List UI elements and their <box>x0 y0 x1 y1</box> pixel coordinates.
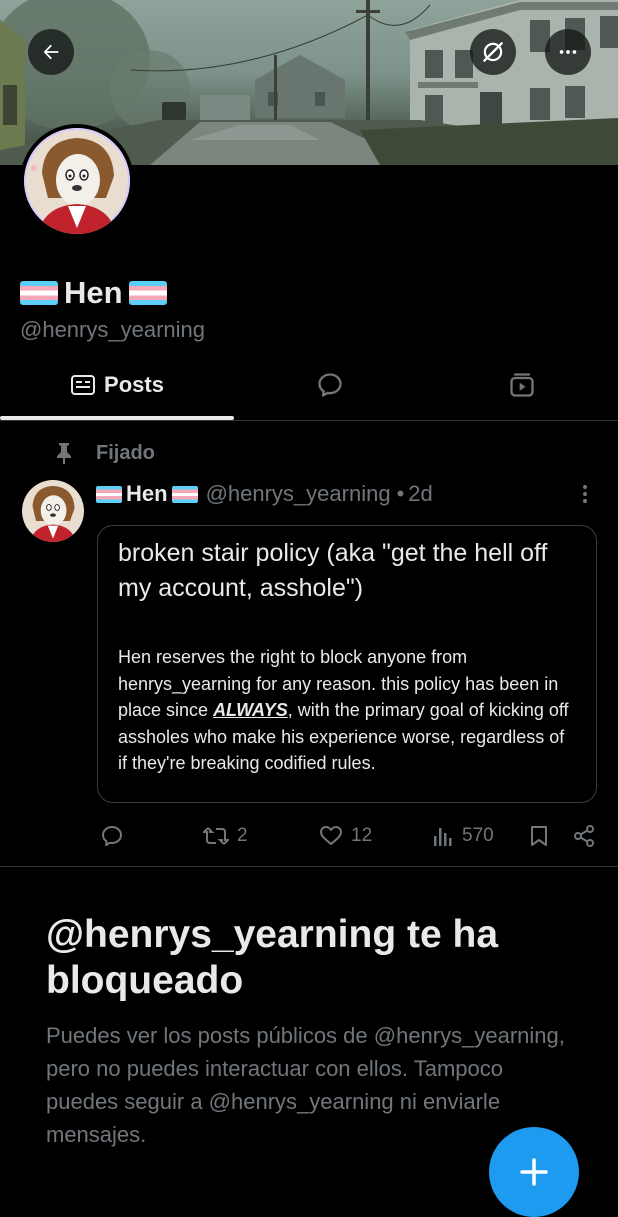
article-title: broken stair policy (aka "get the hell o… <box>118 539 548 602</box>
back-button[interactable] <box>28 29 74 75</box>
replies-icon <box>318 373 342 397</box>
pin-icon <box>57 443 71 464</box>
repost-button[interactable]: 2 <box>203 818 248 854</box>
reply-button[interactable] <box>100 818 124 854</box>
post-author-name[interactable]: Hen <box>126 481 168 507</box>
posts-icon <box>71 375 96 395</box>
transgender-flag-icon <box>128 281 167 305</box>
media-icon <box>510 373 534 397</box>
tab-media[interactable] <box>426 350 618 420</box>
repost-count: 2 <box>237 825 248 846</box>
tab-posts[interactable]: Posts <box>0 350 234 420</box>
transgender-flag-icon <box>20 281 58 305</box>
share-button[interactable] <box>572 818 596 854</box>
more-options-button[interactable] <box>545 29 591 75</box>
display-name-text: Hen <box>64 275 123 310</box>
views-count: 570 <box>462 825 494 846</box>
blocked-title: @henrys_yearning te ha bloqueado <box>46 913 499 1002</box>
bookmark-button[interactable] <box>528 818 550 854</box>
transgender-flag-icon <box>171 485 198 503</box>
post-time[interactable]: 2d <box>408 481 432 507</box>
post-separator: • <box>396 481 405 506</box>
post-actions: 2 12 570 <box>0 818 618 854</box>
profile-avatar[interactable] <box>20 124 134 238</box>
bookmark-icon <box>531 826 547 846</box>
avatar-image <box>22 480 84 542</box>
profile-tabs: Posts <box>0 350 618 421</box>
more-vertical-icon[interactable] <box>576 483 594 505</box>
grok-button[interactable] <box>470 29 516 75</box>
views-button[interactable]: 570 <box>432 818 494 854</box>
avatar-image <box>24 128 130 234</box>
arrow-left-icon <box>43 44 59 60</box>
post-author-avatar[interactable] <box>22 480 84 542</box>
more-horizontal-icon <box>559 50 577 54</box>
grok-icon <box>483 42 503 62</box>
active-tab-indicator <box>0 416 234 420</box>
like-count: 12 <box>351 825 373 846</box>
article-body-emphasis: ALWAYS <box>213 700 288 720</box>
article-card[interactable]: broken stair policy (aka "get the hell o… <box>97 525 597 803</box>
share-icon <box>574 825 594 847</box>
repost-icon <box>203 827 229 845</box>
views-icon <box>434 828 452 846</box>
divider <box>0 866 618 867</box>
post-author-handle[interactable]: @henrys_yearning <box>206 481 391 507</box>
like-button[interactable]: 12 <box>319 818 372 854</box>
blocked-description: Puedes ver los posts públicos de @henrys… <box>46 1023 565 1147</box>
plus-icon <box>520 1158 548 1186</box>
profile-handle: @henrys_yearning <box>20 317 205 342</box>
reply-icon <box>102 826 122 846</box>
pinned-indicator: Fijado <box>54 441 155 465</box>
transgender-flag-icon <box>96 485 122 503</box>
pinned-label: Fijado <box>96 441 155 464</box>
tab-replies[interactable] <box>234 350 426 420</box>
display-name: Hen <box>20 275 167 311</box>
compose-button[interactable] <box>489 1127 579 1217</box>
post-header: Hen @henrys_yearning • 2d <box>96 481 433 507</box>
article-body: Hen reserves the right to block anyone f… <box>118 644 576 777</box>
heart-icon <box>320 826 342 845</box>
tab-posts-label: Posts <box>104 372 164 397</box>
